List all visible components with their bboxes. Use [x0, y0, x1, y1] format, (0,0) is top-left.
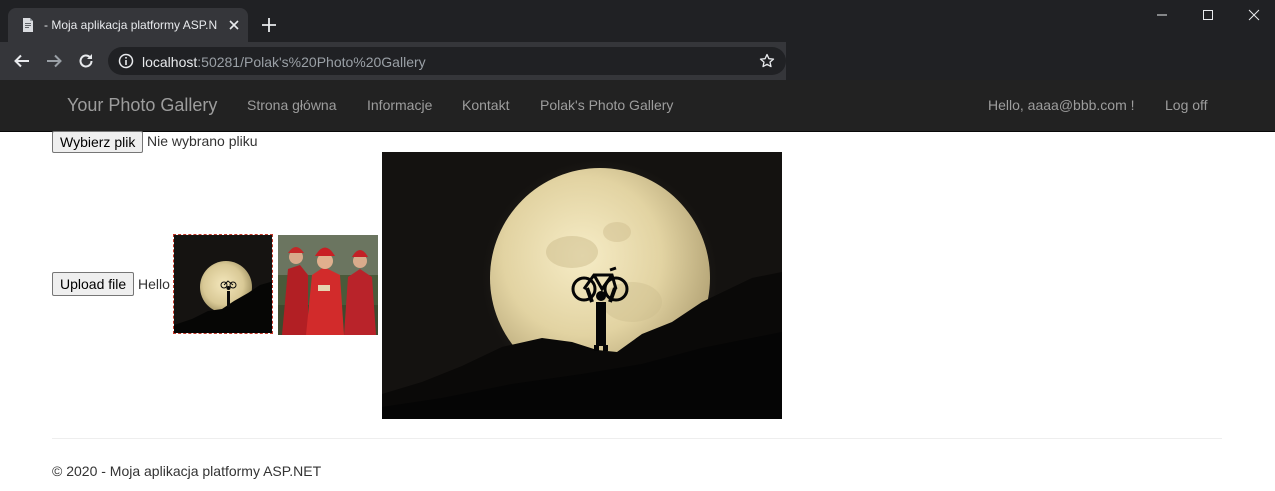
nav-link-about[interactable]: Informacje [367, 97, 432, 113]
upload-file-button[interactable]: Upload file [52, 272, 135, 296]
toolbar-empty-area [786, 42, 1275, 80]
choose-file-button[interactable]: Wybierz plik [52, 131, 144, 153]
back-arrow-icon[interactable] [13, 52, 31, 70]
bookmark-star-icon[interactable] [759, 53, 775, 69]
reload-icon[interactable] [77, 52, 95, 70]
nav-link-gallery[interactable]: Polak's Photo Gallery [540, 97, 673, 113]
close-tab-icon[interactable] [226, 17, 242, 33]
user-greeting-link[interactable]: Hello, aaaa@bbb.com ! [988, 97, 1135, 113]
maximize-window-icon[interactable] [1185, 0, 1231, 30]
tab-title: - Moja aplikacja platformy ASP.N [44, 18, 218, 32]
url-host: localhost [142, 54, 198, 70]
browser-toolbar: localhost:50281/Polak's%20Photo%20Galler… [0, 42, 1275, 80]
log-off-link[interactable]: Log off [1165, 97, 1208, 113]
url-text[interactable]: localhost:50281/Polak's%20Photo%20Galler… [142, 54, 426, 70]
nav-link-home[interactable]: Strona główna [247, 97, 337, 113]
minimize-window-icon[interactable] [1139, 0, 1185, 30]
nav-link-contact[interactable]: Kontakt [462, 97, 509, 113]
footer-divider [52, 438, 1222, 439]
gallery-thumbnail-moon[interactable] [173, 234, 273, 334]
gallery-thumbnail-red-robes[interactable] [278, 235, 378, 335]
browser-tab[interactable]: - Moja aplikacja platformy ASP.N [8, 8, 248, 42]
page-favicon-icon [20, 17, 36, 33]
address-bar[interactable]: localhost:50281/Polak's%20Photo%20Galler… [108, 47, 786, 75]
hello-text: Hello [138, 276, 170, 292]
site-navbar: Your Photo Gallery Strona główna Informa… [0, 80, 1275, 132]
no-file-chosen-label: Nie wybrano pliku [147, 133, 258, 149]
image-preview [382, 152, 782, 419]
url-path: :50281/Polak's%20Photo%20Gallery [197, 54, 426, 70]
brand-link[interactable]: Your Photo Gallery [67, 95, 217, 116]
new-tab-plus-icon[interactable] [260, 16, 278, 34]
close-window-icon[interactable] [1231, 0, 1275, 30]
footer-copyright: © 2020 - Moja aplikacja platformy ASP.NE… [52, 463, 322, 479]
forward-arrow-icon[interactable] [45, 52, 63, 70]
browser-titlebar: - Moja aplikacja platformy ASP.N [0, 0, 1275, 42]
site-info-icon[interactable] [118, 53, 134, 69]
